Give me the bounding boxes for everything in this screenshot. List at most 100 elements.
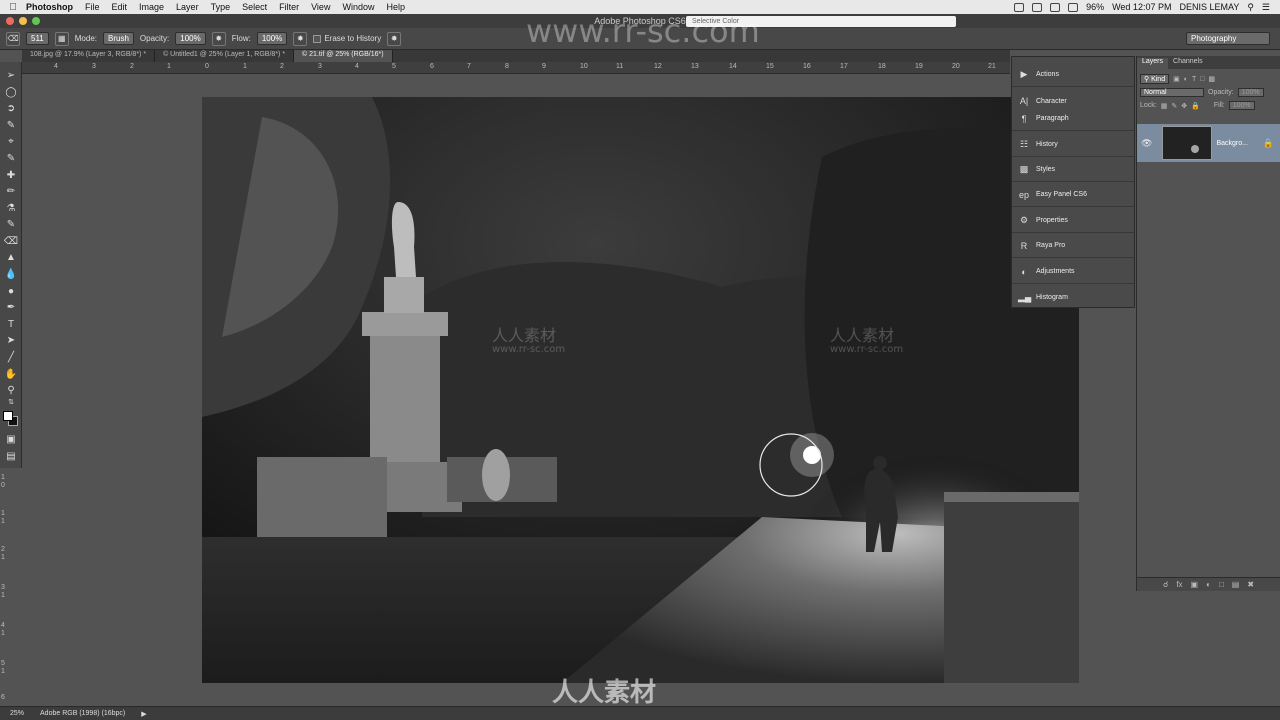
dock-styles[interactable]: ▩ Styles: [1012, 158, 1134, 182]
fx-icon[interactable]: fx: [1176, 580, 1182, 589]
brush-tool-icon[interactable]: ✏: [3, 184, 19, 198]
lock-pixels-icon[interactable]: ✎: [1171, 102, 1177, 110]
dropbox-icon[interactable]: [1014, 2, 1025, 12]
pressure-size-icon[interactable]: ✸: [387, 31, 402, 46]
eye-icon[interactable]: 👁: [1141, 138, 1152, 149]
crop-tool-icon[interactable]: ⌖: [3, 134, 19, 148]
marquee-tool-icon[interactable]: ◯: [3, 85, 19, 99]
menu-image[interactable]: Image: [139, 2, 164, 12]
flow-input[interactable]: 100%: [256, 32, 288, 45]
battery-percent[interactable]: 96%: [1086, 2, 1104, 12]
clone-stamp-tool-icon[interactable]: ⚗: [3, 201, 19, 215]
doc-tab-active[interactable]: © 21.tif @ 25% (RGB/16*): [294, 50, 393, 62]
dock-paragraph[interactable]: ¶ Paragraph: [1012, 107, 1134, 131]
status-arrow-icon[interactable]: ▶: [141, 710, 146, 718]
eyedropper-tool-icon[interactable]: ✎: [3, 151, 19, 165]
erase-to-history-checkbox[interactable]: Erase to History: [313, 34, 381, 43]
dock-adjustments[interactable]: ◐ Adjustments: [1012, 260, 1134, 284]
path-select-tool-icon[interactable]: ➤: [3, 333, 19, 347]
pressure-opacity-icon[interactable]: ✸: [211, 31, 226, 46]
dock-raya-pro[interactable]: R Raya Pro: [1012, 234, 1134, 258]
brush-panel-toggle-icon[interactable]: ▦: [54, 31, 69, 46]
menu-view[interactable]: View: [311, 2, 330, 12]
menu-layer[interactable]: Layer: [176, 2, 199, 12]
filter-smart-object-icon[interactable]: ▩: [1208, 75, 1215, 83]
line-tool-icon[interactable]: ╱: [3, 350, 19, 364]
lock-all-icon[interactable]: 🔒: [1191, 102, 1200, 110]
eraser-tool-preset-icon[interactable]: ⌫: [6, 31, 20, 46]
menubar-clock[interactable]: Wed 12:07 PM: [1112, 2, 1171, 12]
healing-brush-tool-icon[interactable]: ✚: [3, 168, 19, 182]
layer-opacity-input[interactable]: 100%: [1237, 88, 1264, 97]
new-adjustment-icon[interactable]: ◐: [1206, 580, 1211, 589]
dodge-tool-icon[interactable]: ●: [3, 284, 19, 298]
raya-icon: R: [1020, 240, 1028, 251]
fill-input[interactable]: 100%: [1228, 101, 1255, 110]
filter-kind-select[interactable]: ⚲ Kind: [1140, 74, 1170, 84]
menu-edit[interactable]: Edit: [112, 2, 128, 12]
opacity-input[interactable]: 100%: [175, 32, 206, 45]
filter-shape-icon[interactable]: □: [1200, 76, 1204, 83]
blend-mode-select[interactable]: Normal: [1140, 88, 1204, 97]
menu-filter[interactable]: Filter: [279, 2, 299, 12]
tab-channels[interactable]: Channels: [1168, 58, 1208, 69]
move-tool-icon[interactable]: ➢: [3, 68, 19, 82]
sync-icon[interactable]: [1032, 2, 1043, 12]
brush-size-picker[interactable]: 511: [26, 32, 49, 45]
dock-actions[interactable]: ▶ Actions: [1012, 63, 1134, 87]
layer-name[interactable]: Backgro...: [1216, 140, 1248, 147]
doc-tab[interactable]: 108.jpg @ 17.9% (Layer 3, RGB/8*) *: [22, 50, 156, 62]
lasso-tool-icon[interactable]: ➲: [3, 101, 19, 115]
zoom-tool-icon[interactable]: ⚲: [3, 383, 19, 397]
lock-position-icon[interactable]: ✥: [1181, 102, 1187, 110]
document-profile[interactable]: Adobe RGB (1998) (16bpc): [40, 710, 125, 717]
trash-icon[interactable]: ✖: [1247, 580, 1254, 589]
new-layer-icon[interactable]: ▤: [1232, 580, 1240, 589]
paragraph-icon: ¶: [1021, 113, 1027, 124]
dock-label: Raya Pro: [1036, 242, 1066, 249]
filter-adjustment-icon[interactable]: ◐: [1184, 76, 1188, 83]
foreground-color-swatch[interactable]: [3, 411, 13, 421]
mode-select[interactable]: Brush: [103, 32, 134, 45]
tab-layers[interactable]: Layers: [1137, 58, 1169, 69]
filter-pixel-icon[interactable]: ▣: [1173, 75, 1180, 83]
wifi-icon[interactable]: [1050, 2, 1061, 12]
app-menu-photoshop[interactable]: Photoshop: [26, 2, 73, 12]
hand-tool-icon[interactable]: ✋: [3, 367, 19, 381]
quick-mask-icon[interactable]: ▣: [3, 432, 19, 446]
filter-type-icon[interactable]: T: [1192, 76, 1196, 83]
quick-select-tool-icon[interactable]: ✎: [3, 118, 19, 132]
document-canvas[interactable]: 人人素材 www.rr-sc.com 人人素材 www.rr-sc.com: [202, 97, 1079, 683]
menu-help[interactable]: Help: [386, 2, 405, 12]
dock-histogram[interactable]: ▂▄ Histogram: [1012, 285, 1134, 309]
new-group-icon[interactable]: □: [1219, 580, 1224, 589]
menubar-user[interactable]: DENIS LEMAY: [1179, 2, 1239, 12]
menu-type[interactable]: Type: [211, 2, 231, 12]
volume-icon[interactable]: [1068, 2, 1079, 12]
apple-icon[interactable]: : [0, 2, 26, 13]
airbrush-icon[interactable]: ✸: [293, 31, 308, 46]
zoom-level[interactable]: 25%: [10, 710, 24, 717]
doc-tab[interactable]: © Untitled1 @ 25% (Layer 1, RGB/8*) *: [155, 50, 295, 62]
screen-mode-icon[interactable]: ▤: [3, 449, 19, 463]
link-layers-icon[interactable]: ☌: [1163, 580, 1168, 589]
layer-row-background[interactable]: 👁 Backgro... 🔒: [1137, 124, 1280, 162]
list-icon[interactable]: ☰: [1262, 2, 1270, 13]
lock-transparency-icon[interactable]: ▦: [1161, 102, 1168, 110]
dock-history[interactable]: ☷ History: [1012, 133, 1134, 157]
pen-tool-icon[interactable]: ✒: [3, 300, 19, 314]
swap-colors-icon[interactable]: ⇅: [3, 397, 19, 407]
workspace-switcher[interactable]: Photography: [1186, 32, 1270, 45]
menu-select[interactable]: Select: [242, 2, 267, 12]
add-mask-icon[interactable]: ▣: [1191, 580, 1199, 589]
dock-properties[interactable]: ⚙ Properties: [1012, 209, 1134, 233]
paint-bucket-tool-icon[interactable]: ▲: [3, 250, 19, 264]
type-tool-icon[interactable]: T: [3, 317, 19, 331]
menu-file[interactable]: File: [85, 2, 100, 12]
menu-window[interactable]: Window: [342, 2, 374, 12]
history-brush-tool-icon[interactable]: ✎: [3, 217, 19, 231]
eraser-tool-icon[interactable]: ⌫: [3, 234, 19, 248]
blur-tool-icon[interactable]: 💧: [3, 267, 19, 281]
dock-easy-panel[interactable]: ep Easy Panel CS6: [1012, 183, 1134, 207]
search-icon[interactable]: ⚲: [1247, 2, 1254, 13]
